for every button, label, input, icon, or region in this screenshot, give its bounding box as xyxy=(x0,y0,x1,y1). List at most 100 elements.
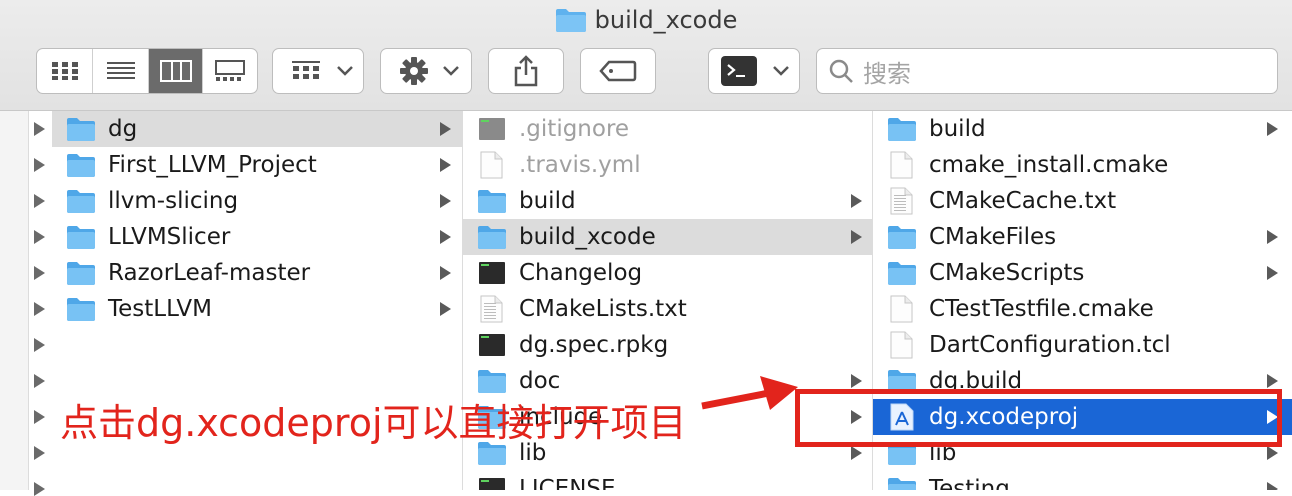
share-button[interactable] xyxy=(488,48,564,94)
list-view-button[interactable] xyxy=(93,49,149,93)
file-row[interactable]: llvm-slicing xyxy=(52,183,462,219)
file-name: cmake_install.cmake xyxy=(929,152,1169,178)
file-row[interactable]: CMakeLists.txt xyxy=(463,291,872,327)
file-row[interactable]: build_xcode xyxy=(463,219,872,255)
disclosure-chevron-icon xyxy=(851,230,862,244)
file-row[interactable]: LLVMSlicer xyxy=(52,219,462,255)
search-field[interactable]: 搜索 xyxy=(816,48,1278,94)
disclosure-chevron-icon xyxy=(440,266,451,280)
disclosure-triangle-icon[interactable] xyxy=(34,194,45,208)
file-row[interactable]: First_LLVM_Project xyxy=(52,147,462,183)
action-button[interactable] xyxy=(380,48,472,94)
disclosure-chevron-icon xyxy=(1267,122,1278,136)
document-icon xyxy=(887,295,917,323)
chevron-down-icon xyxy=(337,66,353,76)
file-row[interactable]: Changelog xyxy=(463,255,872,291)
folder-icon xyxy=(477,223,507,251)
file-row[interactable]: Testing xyxy=(873,471,1292,490)
file-name: .travis.yml xyxy=(519,152,641,178)
disclosure-chevron-icon xyxy=(440,122,451,136)
file-name: First_LLVM_Project xyxy=(108,152,317,178)
disclosure-triangle-icon[interactable] xyxy=(34,338,45,352)
file-row[interactable]: DartConfiguration.tcl xyxy=(873,327,1292,363)
file-name: LICENSE xyxy=(519,476,616,490)
disclosure-triangle-icon[interactable] xyxy=(34,482,45,496)
icon-view-button[interactable] xyxy=(37,49,93,93)
file-row[interactable]: CMakeScripts xyxy=(873,255,1292,291)
disclosure-triangle-icon[interactable] xyxy=(34,410,45,424)
folder-icon xyxy=(66,187,96,215)
view-mode-control xyxy=(36,48,258,94)
file-name: RazorLeaf-master xyxy=(108,260,311,286)
tags-button[interactable] xyxy=(580,48,656,94)
file-row[interactable]: dg xyxy=(52,111,462,147)
terminal-button[interactable] xyxy=(708,48,800,94)
window-title: build_xcode xyxy=(0,6,1292,34)
share-icon xyxy=(514,55,538,87)
disclosure-triangle-icon[interactable] xyxy=(34,266,45,280)
folder-icon xyxy=(887,475,917,490)
disclosure-chevron-icon xyxy=(440,302,451,316)
file-row[interactable]: .travis.yml xyxy=(463,147,872,183)
file-name: Changelog xyxy=(519,260,643,286)
disclosure-chevron-icon xyxy=(851,374,862,388)
folder-icon xyxy=(66,295,96,323)
text-document-icon xyxy=(477,295,507,323)
folder-icon xyxy=(555,9,586,32)
file-row[interactable]: TestLLVM xyxy=(52,291,462,327)
executable-icon xyxy=(477,115,507,143)
file-row[interactable]: cmake_install.cmake xyxy=(873,147,1292,183)
disclosure-triangle-icon[interactable] xyxy=(34,158,45,172)
previous-column-gutter xyxy=(0,111,29,490)
disclosure-chevron-icon xyxy=(440,230,451,244)
file-name: dg xyxy=(108,116,138,142)
grid-icon xyxy=(51,62,78,80)
column-view-button[interactable] xyxy=(149,49,203,93)
file-row[interactable]: CMakeCache.txt xyxy=(873,183,1292,219)
document-icon xyxy=(887,331,917,359)
file-row[interactable]: dg.spec.rpkg xyxy=(463,327,872,363)
file-name: CMakeFiles xyxy=(929,224,1057,250)
file-row[interactable]: CTestTestfile.cmake xyxy=(873,291,1292,327)
disclosure-triangle-icon[interactable] xyxy=(34,446,45,460)
folder-icon xyxy=(66,259,96,287)
tag-icon xyxy=(599,60,637,82)
file-name: DartConfiguration.tcl xyxy=(929,332,1171,358)
document-icon xyxy=(887,151,917,179)
gallery-icon xyxy=(215,60,245,81)
file-row[interactable]: LICENSE xyxy=(463,471,872,490)
folder-icon xyxy=(66,223,96,251)
file-name: build_xcode xyxy=(519,224,656,250)
file-row[interactable]: CMakeFiles xyxy=(873,219,1292,255)
folder-icon xyxy=(477,367,507,395)
folder-icon xyxy=(66,151,96,179)
annotation-text: 点击dg.xcodeproj可以直接打开项目 xyxy=(60,401,687,445)
disclosure-triangle-icon[interactable] xyxy=(34,230,45,244)
disclosure-chevron-icon xyxy=(851,194,862,208)
disclosure-triangle-icon[interactable] xyxy=(34,302,45,316)
disclosure-chevron-icon xyxy=(440,194,451,208)
columns-icon xyxy=(159,60,192,82)
file-row[interactable]: RazorLeaf-master xyxy=(52,255,462,291)
file-name: dg.spec.rpkg xyxy=(519,332,669,358)
disclosure-chevron-icon xyxy=(1267,446,1278,460)
disclosure-chevron-icon xyxy=(1267,374,1278,388)
gallery-view-button[interactable] xyxy=(203,49,257,93)
file-name: TestLLVM xyxy=(108,296,212,322)
file-name: LLVMSlicer xyxy=(108,224,231,250)
file-row[interactable]: .gitignore xyxy=(463,111,872,147)
search-icon xyxy=(829,59,853,83)
file-row[interactable]: build xyxy=(873,111,1292,147)
file-row[interactable]: build xyxy=(463,183,872,219)
terminal-icon xyxy=(721,56,757,86)
disclosure-triangle-icon[interactable] xyxy=(34,122,45,136)
window-toolbar: build_xcode 搜索 xyxy=(0,0,1292,111)
disclosure-chevron-icon xyxy=(1267,230,1278,244)
window-title-text: build_xcode xyxy=(594,6,738,34)
disclosure-chevron-icon xyxy=(440,158,451,172)
file-name: CMakeScripts xyxy=(929,260,1085,286)
file-name: CTestTestfile.cmake xyxy=(929,296,1154,322)
annotation-arrow xyxy=(701,376,798,410)
group-by-button[interactable] xyxy=(272,48,364,94)
disclosure-triangle-icon[interactable] xyxy=(34,374,45,388)
